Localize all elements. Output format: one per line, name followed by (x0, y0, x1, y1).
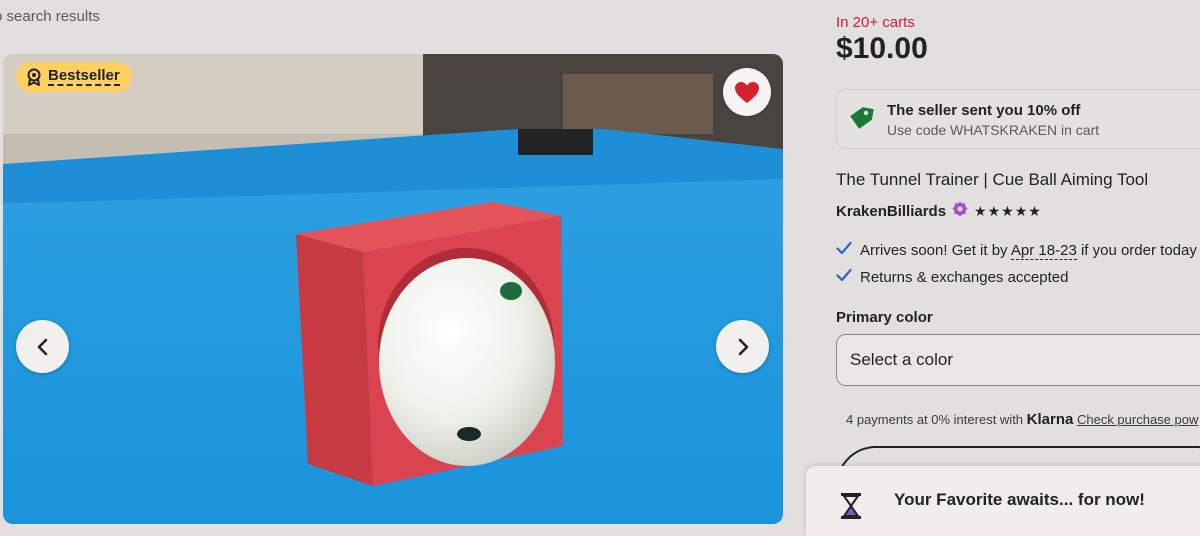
checkmark-icon (836, 268, 852, 286)
star-seller-icon (952, 201, 968, 222)
shop-row: KrakenBilliards ★★★★★ (836, 201, 1042, 222)
delivery-estimate: Arrives soon! Get it by Apr 18-23 if you… (836, 241, 1197, 260)
toast-message: Your Favorite awaits... for now! (894, 490, 1145, 509)
price-tag-icon (847, 104, 875, 137)
previous-image-button[interactable] (16, 320, 69, 373)
seller-coupon-banner: The seller sent you 10% off Use code WHA… (836, 89, 1200, 149)
favorite-button[interactable] (723, 68, 771, 116)
delivery-date-range[interactable]: Apr 18-23 (1010, 241, 1077, 260)
next-image-button[interactable] (716, 320, 769, 373)
returns-policy: Returns & exchanges accepted (836, 268, 1068, 286)
product-title: The Tunnel Trainer | Cue Ball Aiming Too… (836, 170, 1149, 189)
heart-icon (734, 81, 760, 104)
check-purchase-power-link[interactable]: Check purchase pow (1077, 412, 1198, 427)
bestseller-label: Bestseller (48, 67, 120, 86)
back-to-search-link[interactable]: o search results (0, 8, 100, 25)
arrives-suffix: if you order today (1076, 241, 1197, 259)
arrives-text: Arrives soon! Get it by (860, 241, 1011, 259)
chevron-right-icon (736, 338, 750, 356)
checkmark-icon (836, 241, 852, 259)
shop-name-link[interactable]: KrakenBilliards (836, 203, 946, 220)
coupon-title: The seller sent you 10% off (887, 102, 1081, 119)
primary-color-label: Primary color (836, 309, 933, 326)
bestseller-badge[interactable]: Bestseller (16, 62, 132, 92)
klarna-text: 4 payments at 0% interest with (846, 412, 1027, 427)
hourglass-icon (840, 492, 862, 525)
favorite-toast: Your Favorite awaits... for now! (806, 466, 1200, 536)
price: $10.00 (836, 32, 928, 65)
product-image-gallery[interactable]: Bestseller (3, 54, 783, 524)
rating-stars[interactable]: ★★★★★ (974, 203, 1042, 220)
primary-color-select[interactable]: Select a color (836, 334, 1200, 386)
returns-text: Returns & exchanges accepted (860, 268, 1069, 286)
in-carts-notice: In 20+ carts (836, 14, 915, 31)
product-photo (3, 54, 783, 524)
buy-box: In 20+ carts $10.00 The seller sent you … (836, 0, 1200, 526)
chevron-left-icon (36, 338, 50, 356)
klarna-installments: 4 payments at 0% interest with Klarna Ch… (846, 411, 1198, 428)
color-select-value: Select a color (850, 350, 953, 369)
coupon-code-text: Use code WHATSKRAKEN in cart (887, 122, 1100, 138)
award-icon (26, 68, 42, 86)
klarna-logo: Klarna (1026, 411, 1074, 428)
